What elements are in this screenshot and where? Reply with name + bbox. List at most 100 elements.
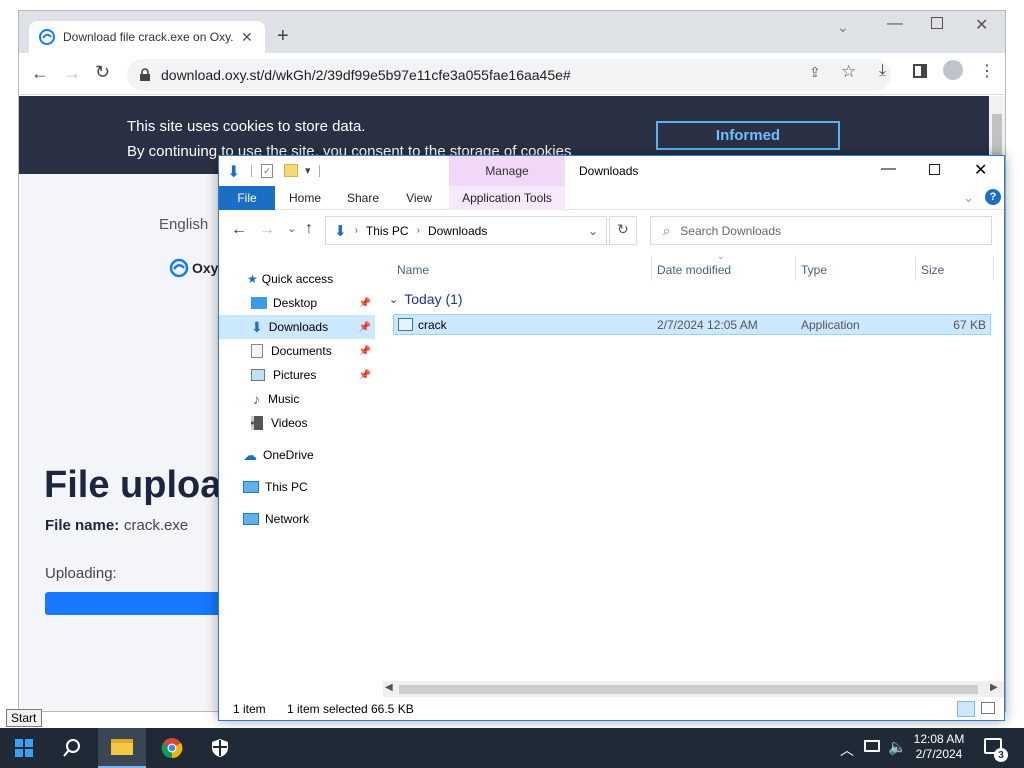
column-separator[interactable] — [795, 255, 796, 281]
search-box[interactable]: ⌕ Search Downloads — [650, 216, 992, 245]
videos-film-icon — [251, 416, 263, 430]
nav-videos[interactable]: Videos — [219, 411, 375, 435]
menu-kebab-icon[interactable]: ⋮ — [979, 61, 995, 81]
start-button[interactable] — [0, 728, 48, 768]
oxy-favicon-icon — [39, 29, 55, 45]
address-bar[interactable]: download.oxy.st/d/wkGh/2/39df99e5b97e11c… — [127, 59, 891, 91]
download-icon[interactable]: ⤓ — [879, 62, 886, 80]
close-icon[interactable]: ✕ — [974, 160, 987, 180]
column-separator[interactable] — [993, 255, 994, 281]
status-selected: 1 item selected — [287, 702, 368, 716]
back-arrow-icon[interactable]: ← — [31, 63, 49, 84]
collapse-chevron-icon[interactable]: ⌄ — [389, 293, 398, 306]
windows-logo-icon — [15, 739, 33, 757]
volume-muted-icon[interactable]: 🔈 — [888, 738, 907, 756]
group-label: Today (1) — [404, 291, 463, 307]
taskbar-search-button[interactable] — [48, 728, 96, 768]
nav-music[interactable]: ♪ Music — [219, 387, 375, 411]
search-icon: ⌕ — [663, 222, 671, 238]
maximize-icon[interactable] — [929, 164, 940, 175]
tab-close-icon[interactable]: ✕ — [241, 29, 253, 46]
show-hidden-icons-chevron-icon[interactable]: ︿ — [840, 740, 854, 760]
manage-tab[interactable]: Manage — [449, 156, 565, 186]
customize-qat-icon[interactable]: ▾ — [305, 164, 311, 177]
tab-search-chevron-icon[interactable]: ⌄ — [837, 19, 849, 36]
column-separator[interactable] — [915, 255, 916, 281]
up-arrow-icon[interactable]: ↑ — [305, 220, 313, 238]
side-panel-icon[interactable] — [913, 64, 927, 78]
column-header-type[interactable]: Type — [801, 259, 827, 281]
maximize-icon[interactable] — [931, 17, 943, 29]
application-file-icon — [398, 318, 413, 331]
properties-icon[interactable]: ✓ — [261, 164, 273, 178]
column-header-name[interactable]: Name — [397, 259, 429, 281]
network-status-icon[interactable] — [864, 740, 880, 752]
minimize-icon[interactable]: — — [887, 15, 903, 33]
ribbon-tabs: File Home Share View Application Tools ⌄… — [219, 186, 1004, 210]
horizontal-scrollbar-thumb[interactable] — [399, 685, 978, 694]
new-tab-icon[interactable]: + — [277, 25, 289, 48]
scroll-left-icon[interactable]: ◀ — [385, 682, 393, 693]
nav-onedrive[interactable]: ☁ OneDrive — [219, 443, 375, 467]
address-dropdown-icon[interactable]: ⌄ — [588, 224, 598, 238]
taskbar-file-explorer-button[interactable] — [98, 728, 146, 768]
minimize-icon[interactable]: — — [881, 160, 896, 177]
browser-tab[interactable]: Download file crack.exe on Oxy.Cloud ✕ — [29, 21, 265, 53]
close-icon[interactable]: ✕ — [975, 15, 988, 35]
nav-downloads[interactable]: ⬇ Downloads 📌 — [219, 315, 375, 339]
reload-icon[interactable]: ↻ — [95, 62, 110, 83]
nav-label: Downloads — [268, 320, 329, 334]
ribbon-tab-application-tools[interactable]: Application Tools — [449, 186, 565, 210]
help-icon[interactable]: ? — [985, 189, 1001, 205]
search-placeholder: Search Downloads — [680, 223, 782, 238]
pictures-folder-icon — [251, 369, 265, 381]
url-text: download.oxy.st/d/wkGh/2/39df99e5b97e11c… — [161, 67, 571, 83]
ribbon-tab-view[interactable]: View — [393, 186, 445, 210]
column-header-size[interactable]: Size — [921, 259, 944, 281]
nav-this-pc[interactable]: This PC — [219, 475, 375, 499]
scroll-right-icon[interactable]: ▶ — [990, 682, 998, 693]
breadcrumb-downloads[interactable]: Downloads — [428, 224, 487, 238]
ribbon-tab-home[interactable]: Home — [279, 186, 331, 210]
clock-time: 12:08 AM — [913, 732, 965, 746]
back-arrow-icon[interactable]: ← — [231, 221, 247, 239]
taskbar-security-button[interactable] — [196, 728, 244, 768]
status-selected-size: 66.5 KB — [371, 702, 414, 716]
breadcrumb-chevron-icon: › — [416, 225, 420, 236]
nav-quick-access[interactable]: ★ Quick access — [219, 267, 375, 291]
table-row[interactable]: crack 2/7/2024 12:05 AM Application 67 K… — [393, 314, 991, 335]
refresh-button[interactable]: ↻ — [609, 216, 637, 245]
upload-heading: File uploa — [44, 464, 222, 506]
clock-date: 2/7/2024 — [915, 747, 963, 761]
ribbon-tab-file[interactable]: File — [219, 186, 275, 210]
taskbar-chrome-button[interactable] — [148, 728, 196, 768]
nav-pictures[interactable]: Pictures 📌 — [219, 363, 375, 387]
informed-button[interactable]: Informed — [656, 121, 840, 150]
details-view-icon[interactable] — [957, 701, 975, 717]
nav-network[interactable]: Network — [219, 507, 375, 531]
language-selector[interactable]: English — [159, 216, 208, 233]
address-breadcrumb[interactable]: ⬇ › This PC › Downloads ⌄ — [325, 216, 607, 245]
forward-arrow-icon[interactable]: → — [63, 63, 81, 84]
bookmark-star-icon[interactable]: ☆ — [841, 62, 856, 82]
shield-icon — [211, 738, 229, 758]
new-folder-icon[interactable] — [284, 164, 298, 177]
clock[interactable]: 12:08 AM 2/7/2024 — [906, 732, 972, 762]
large-icons-view-icon[interactable] — [981, 702, 995, 714]
column-header-date[interactable]: Date modified — [657, 259, 731, 281]
file-explorer-icon — [111, 739, 133, 755]
group-header-today[interactable]: ⌄ Today (1) — [389, 289, 463, 309]
nav-documents[interactable]: Documents 📌 — [219, 339, 375, 363]
breadcrumb-this-pc[interactable]: This PC — [366, 224, 409, 238]
nav-desktop[interactable]: Desktop 📌 — [219, 291, 375, 315]
forward-arrow-icon[interactable]: → — [259, 221, 275, 239]
nav-label: Pictures — [273, 368, 317, 382]
recent-locations-chevron-icon[interactable]: ⌄ — [287, 222, 296, 235]
expand-ribbon-icon[interactable]: ⌄ — [963, 190, 974, 206]
column-separator[interactable] — [651, 255, 652, 281]
share-icon[interactable]: ⇪ — [809, 64, 821, 81]
ribbon-tab-share[interactable]: Share — [337, 186, 389, 210]
documents-folder-icon — [251, 344, 263, 358]
profile-avatar-icon[interactable] — [943, 60, 963, 80]
music-note-icon: ♪ — [253, 391, 260, 407]
